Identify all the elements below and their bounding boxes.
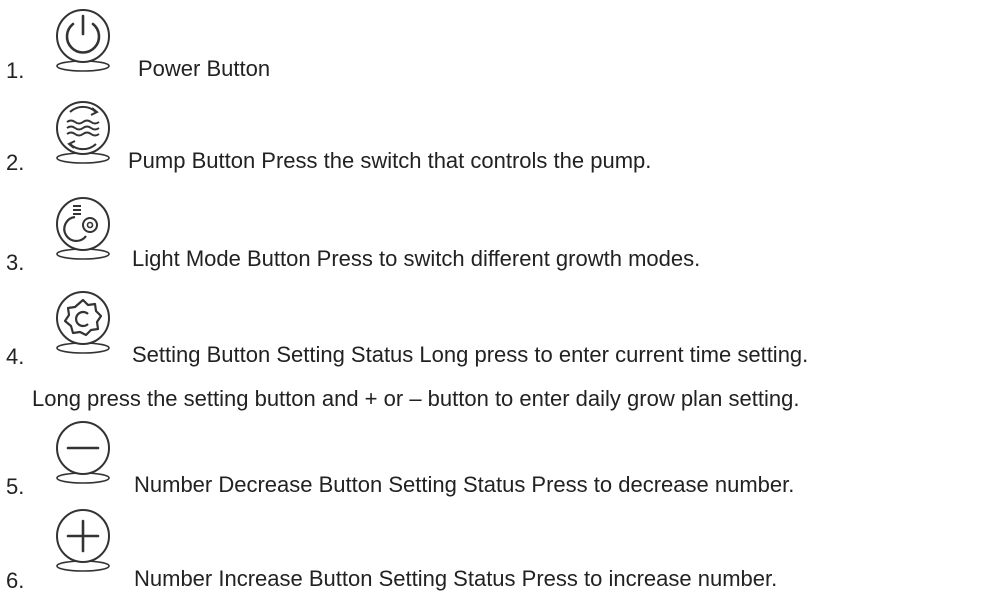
list-item-increase: 6. Number Increase Button Setting Status… bbox=[0, 500, 993, 600]
item-number: 6. bbox=[6, 568, 25, 593]
item-number: 3. bbox=[6, 250, 25, 275]
item-text: Setting Button Setting Status Long press… bbox=[132, 342, 809, 367]
list-item-pump: 2. Pump Button Press the switch that con… bbox=[0, 92, 993, 192]
item-number: 5. bbox=[6, 474, 25, 499]
item-text: Power Button bbox=[138, 56, 271, 81]
item-continuation-text: Long press the setting button and + or –… bbox=[32, 386, 800, 411]
item-text: Number Increase Button Setting Status Pr… bbox=[134, 566, 778, 591]
power-icon bbox=[50, 6, 116, 72]
list-item-setting: 4. Setting Button Setting Status Long pr… bbox=[0, 284, 993, 414]
item-number: 4. bbox=[6, 344, 25, 369]
list-item-light-mode: 3. Light Mode Button Press to switch dif… bbox=[0, 188, 993, 288]
item-text: Light Mode Button Press to switch differ… bbox=[132, 246, 701, 271]
item-text: Pump Button Press the switch that contro… bbox=[128, 148, 652, 173]
minus-icon bbox=[50, 418, 116, 484]
light-mode-icon bbox=[50, 194, 116, 260]
pump-icon bbox=[50, 98, 116, 164]
list-item-power: 1. Power Button bbox=[0, 0, 993, 100]
setting-gear-icon bbox=[50, 288, 116, 354]
item-text: Number Decrease Button Setting Status Pr… bbox=[134, 472, 795, 497]
plus-icon bbox=[50, 506, 116, 572]
item-number: 1. bbox=[6, 58, 25, 83]
item-number: 2. bbox=[6, 150, 25, 175]
list-item-decrease: 5. Number Decrease Button Setting Status… bbox=[0, 412, 993, 512]
